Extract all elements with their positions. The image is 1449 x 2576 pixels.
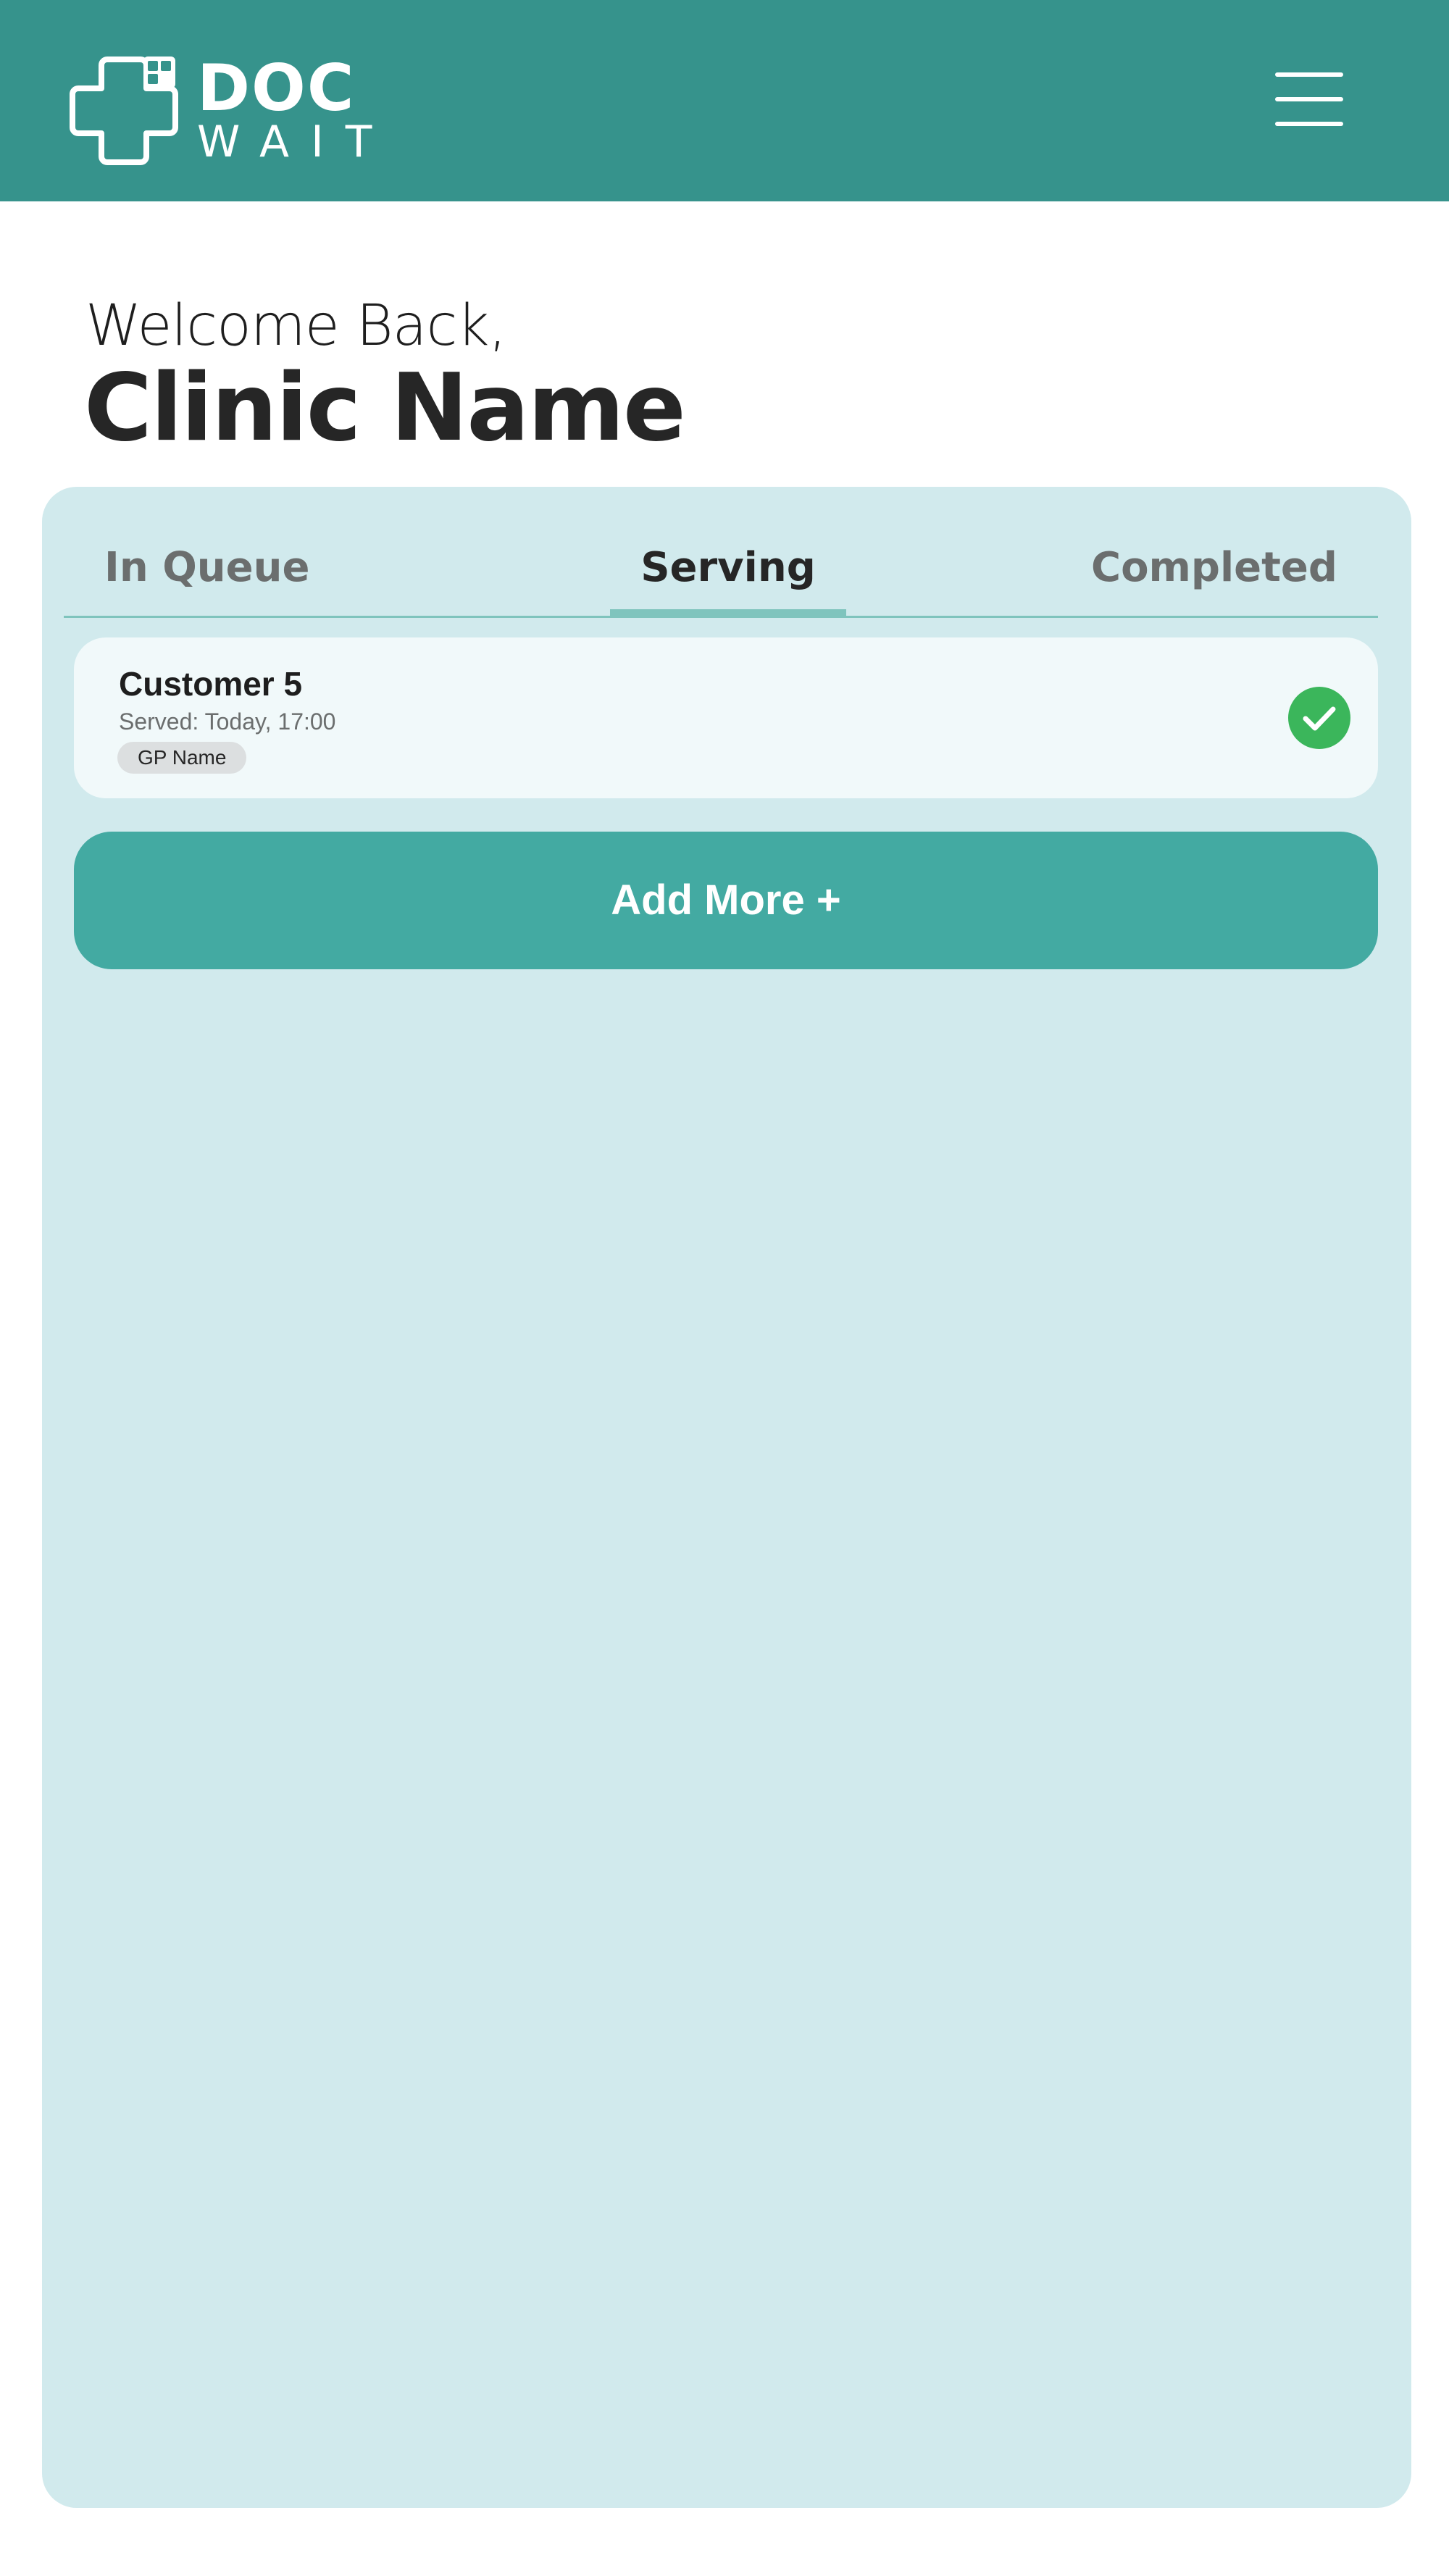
clinic-name: Clinic Name <box>84 354 686 462</box>
queue-tabs: In Queue Serving Completed <box>64 530 1378 618</box>
menu-bar <box>1275 97 1343 101</box>
tab-completed[interactable]: Completed <box>1091 530 1337 616</box>
tab-in-queue[interactable]: In Queue <box>104 530 310 616</box>
customer-card[interactable]: Customer 5 Served: Today, 17:00 GP Name <box>74 637 1378 798</box>
menu-bar <box>1275 122 1343 126</box>
medical-cross-logo-icon <box>70 57 178 165</box>
queue-panel: In Queue Serving Completed Customer 5 Se… <box>42 487 1411 2508</box>
docwait-logo[interactable]: DOC WAIT <box>70 52 374 165</box>
logo-text-wait: WAIT <box>197 117 394 167</box>
customer-name: Customer 5 <box>119 665 303 703</box>
menu-bar <box>1275 72 1343 77</box>
tab-serving[interactable]: Serving <box>610 530 846 618</box>
hamburger-menu-icon[interactable] <box>1275 72 1343 127</box>
logo-text-doc: DOC <box>197 51 356 125</box>
served-time: Served: Today, 17:00 <box>119 708 336 735</box>
welcome-greeting: Welcome Back, <box>85 293 506 359</box>
gp-name-badge: GP Name <box>117 742 247 774</box>
app-header: DOC WAIT <box>0 0 1449 201</box>
add-more-button[interactable]: Add More + <box>74 832 1378 969</box>
check-circle-icon[interactable] <box>1288 687 1350 749</box>
